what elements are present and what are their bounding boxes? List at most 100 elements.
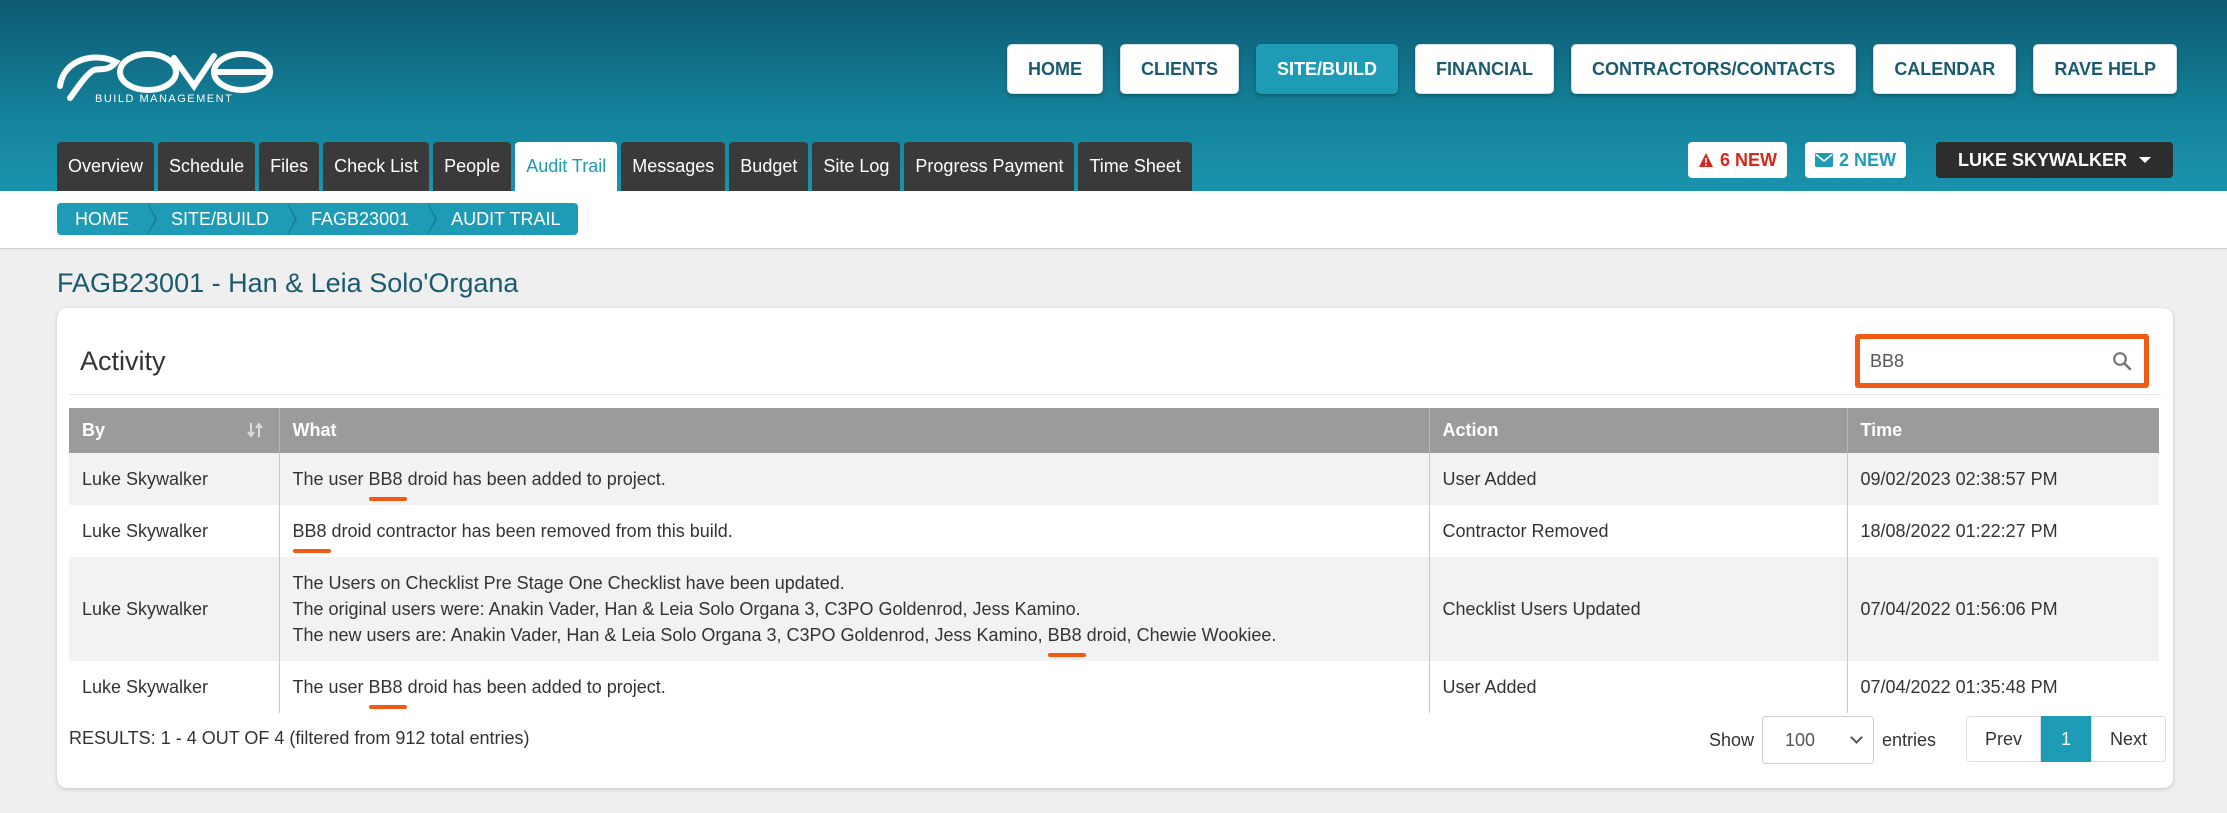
tab-files[interactable]: Files bbox=[259, 142, 320, 191]
next-page-button[interactable]: Next bbox=[2091, 716, 2167, 762]
nav-rave-help-button[interactable]: RAVE HELP bbox=[2033, 44, 2177, 94]
table-row[interactable]: Luke Skywalker The user BB8 droid has be… bbox=[69, 453, 2159, 505]
breadcrumb-audit-trail: AUDIT TRAIL bbox=[451, 208, 561, 229]
breadcrumb: HOME SITE/BUILD FAGB23001 AUDIT TRAIL bbox=[57, 203, 579, 235]
page-size-value: 100 bbox=[1785, 729, 1816, 750]
what-line: The new users are: Anakin Vader, Han & L… bbox=[292, 622, 1416, 657]
cell-action: Checklist Users Updated bbox=[1429, 557, 1848, 661]
breadcrumb-build-id[interactable]: FAGB23001 bbox=[287, 203, 438, 235]
what-line: The Users on Checklist Pre Stage One Che… bbox=[292, 573, 845, 593]
search-match-highlight: BB8 bbox=[368, 466, 407, 501]
chevron-down-icon bbox=[1850, 731, 1863, 744]
nav-clients-button[interactable]: CLIENTS bbox=[1119, 44, 1239, 94]
search-match-highlight: BB8 bbox=[368, 674, 407, 709]
cell-what: The user BB8 droid has been added to pro… bbox=[279, 453, 1430, 505]
nav-contractors-contacts-button[interactable]: CONTRACTORS/CONTACTS bbox=[1570, 44, 1857, 94]
column-label-action: Action bbox=[1442, 420, 1499, 440]
table-header-row: By What Action Time bbox=[69, 408, 2159, 453]
tab-people[interactable]: People bbox=[433, 142, 512, 191]
column-header-by[interactable]: By bbox=[69, 408, 280, 453]
tab-time-sheet[interactable]: Time Sheet bbox=[1078, 142, 1192, 191]
pagination: Prev 1 Next bbox=[1966, 716, 2167, 762]
column-label-by: By bbox=[82, 420, 106, 440]
search-match-highlight: BB8 bbox=[292, 518, 331, 553]
top-navigation: HOME CLIENTS SITE/BUILD FINANCIAL CONTRA… bbox=[1006, 44, 2177, 94]
activity-table: By What Action Time Luke Skywalker The u… bbox=[69, 408, 2159, 713]
activity-title: Activity bbox=[80, 346, 166, 376]
what-text: droid, Chewie Wookiee. bbox=[1081, 625, 1277, 645]
column-header-time[interactable]: Time bbox=[1847, 408, 2159, 453]
activity-card: Activity By What Action Time Luke Skywal… bbox=[57, 308, 2173, 788]
nav-home-button[interactable]: HOME bbox=[1006, 44, 1103, 94]
column-label-time: Time bbox=[1860, 420, 1903, 440]
table-row[interactable]: Luke Skywalker The Users on Checklist Pr… bbox=[69, 557, 2159, 661]
search-input[interactable] bbox=[1870, 347, 2100, 375]
warning-icon bbox=[1698, 153, 1713, 167]
tab-audit-trail[interactable]: Audit Trail bbox=[515, 142, 618, 191]
alerts-count: 6 NEW bbox=[1719, 149, 1777, 170]
column-header-action[interactable]: Action bbox=[1429, 408, 1848, 453]
cell-by: Luke Skywalker bbox=[69, 661, 280, 713]
tab-progress-payment[interactable]: Progress Payment bbox=[904, 142, 1075, 191]
cell-what: The Users on Checklist Pre Stage One Che… bbox=[279, 557, 1430, 661]
user-name: LUKE SKYWALKER bbox=[1957, 149, 2127, 170]
nav-financial-button[interactable]: FINANCIAL bbox=[1414, 44, 1554, 94]
cell-time: 07/04/2022 01:56:06 PM bbox=[1847, 557, 2159, 661]
envelope-icon bbox=[1814, 153, 1833, 167]
breadcrumb-home[interactable]: HOME bbox=[57, 203, 157, 235]
column-label-what: What bbox=[292, 420, 337, 440]
search-icon[interactable] bbox=[2112, 351, 2132, 371]
search-match-highlight: BB8 bbox=[1047, 622, 1086, 657]
show-label: Show bbox=[1709, 729, 1755, 750]
column-header-what[interactable]: What bbox=[279, 408, 1430, 453]
page-size-select[interactable]: 100 bbox=[1762, 716, 1875, 764]
tab-overview[interactable]: Overview bbox=[57, 142, 155, 191]
card-divider bbox=[69, 394, 2161, 395]
nav-calendar-button[interactable]: CALENDAR bbox=[1873, 44, 2017, 94]
cell-by: Luke Skywalker bbox=[69, 557, 280, 661]
what-text: droid has been added to project. bbox=[402, 469, 666, 489]
logo-subtitle: BUILD MANAGEMENT bbox=[95, 93, 234, 105]
page-title: FAGB23001 - Han & Leia Solo'Organa bbox=[57, 268, 519, 298]
breadcrumb-site-build[interactable]: SITE/BUILD bbox=[147, 203, 298, 235]
cell-action: User Added bbox=[1429, 661, 1848, 713]
what-text: The user bbox=[292, 469, 369, 489]
page-1-button[interactable]: 1 bbox=[2041, 716, 2092, 762]
tab-check-list[interactable]: Check List bbox=[323, 142, 430, 191]
user-menu-button[interactable]: LUKE SKYWALKER bbox=[1935, 142, 2173, 178]
entries-label: entries bbox=[1882, 729, 1937, 750]
nav-site-build-button[interactable]: SITE/BUILD bbox=[1255, 44, 1398, 94]
table-row[interactable]: Luke Skywalker The user BB8 droid has be… bbox=[69, 661, 2159, 713]
cell-time: 07/04/2022 01:35:48 PM bbox=[1847, 661, 2159, 713]
cell-by: Luke Skywalker bbox=[69, 505, 280, 557]
cell-time: 18/08/2022 01:22:27 PM bbox=[1847, 505, 2159, 557]
results-summary: RESULTS: 1 - 4 OUT OF 4 (filtered from 9… bbox=[69, 728, 530, 748]
build-tabs: Overview Schedule Files Check List Peopl… bbox=[57, 142, 1192, 191]
sort-icon[interactable] bbox=[246, 421, 265, 439]
what-text: The new users are: Anakin Vader, Han & L… bbox=[292, 625, 1048, 645]
header-actions: 6 NEW 2 NEW LUKE SKYWALKER bbox=[1687, 142, 2173, 178]
search-box bbox=[1855, 334, 2149, 388]
alerts-badge[interactable]: 6 NEW bbox=[1687, 142, 1787, 178]
tab-messages[interactable]: Messages bbox=[621, 142, 726, 191]
tab-site-log[interactable]: Site Log bbox=[812, 142, 901, 191]
tab-schedule[interactable]: Schedule bbox=[158, 142, 256, 191]
caret-down-icon bbox=[2139, 157, 2151, 163]
what-text: droid has been added to project. bbox=[402, 677, 666, 697]
cell-time: 09/02/2023 02:38:57 PM bbox=[1847, 453, 2159, 505]
messages-badge[interactable]: 2 NEW bbox=[1804, 142, 1906, 178]
table-row[interactable]: Luke Skywalker BB8 droid contractor has … bbox=[69, 505, 2159, 557]
what-text: The user bbox=[292, 677, 369, 697]
cell-what: BB8 droid contractor has been removed fr… bbox=[279, 505, 1430, 557]
prev-page-button[interactable]: Prev bbox=[1966, 716, 2042, 762]
messages-count: 2 NEW bbox=[1838, 149, 1896, 170]
breadcrumb-bar: HOME SITE/BUILD FAGB23001 AUDIT TRAIL bbox=[0, 191, 2227, 249]
cell-action: User Added bbox=[1429, 453, 1848, 505]
cell-what: The user BB8 droid has been added to pro… bbox=[279, 661, 1430, 713]
what-line: The original users were: Anakin Vader, H… bbox=[292, 599, 1081, 619]
cell-by: Luke Skywalker bbox=[69, 453, 280, 505]
cell-action: Contractor Removed bbox=[1429, 505, 1848, 557]
page-size-control: Show 100 entries bbox=[1709, 716, 1936, 764]
tab-budget[interactable]: Budget bbox=[729, 142, 809, 191]
what-text: droid contractor has been removed from t… bbox=[326, 521, 733, 541]
